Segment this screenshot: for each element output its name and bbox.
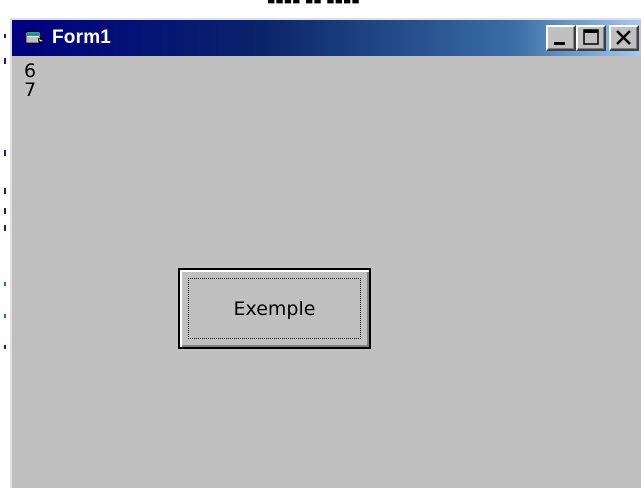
minimize-button[interactable] xyxy=(546,25,576,51)
printed-line: 7 xyxy=(24,79,37,101)
minimize-icon xyxy=(554,42,565,45)
form-client-area: 6 7 Exemple xyxy=(12,56,641,488)
title-bar[interactable]: Form1 xyxy=(12,20,641,56)
background-window-fragment: ▀▀▀▀ ▀▀ ▀▀▀▀ xyxy=(268,0,361,6)
printed-output: 6 7 xyxy=(24,62,36,100)
window-title: Form1 xyxy=(52,27,112,48)
exemple-button[interactable]: Exemple xyxy=(178,268,371,349)
form1-window: Form1 6 7 Exemple xyxy=(10,18,641,488)
close-button[interactable] xyxy=(609,25,639,51)
form-icon[interactable] xyxy=(25,30,46,46)
exemple-button-label: Exemple xyxy=(233,297,316,320)
background-editor-marks xyxy=(0,0,10,488)
maximize-icon xyxy=(583,29,599,45)
title-buttons xyxy=(546,25,639,51)
maximize-button[interactable] xyxy=(576,25,606,51)
close-icon xyxy=(616,30,631,45)
